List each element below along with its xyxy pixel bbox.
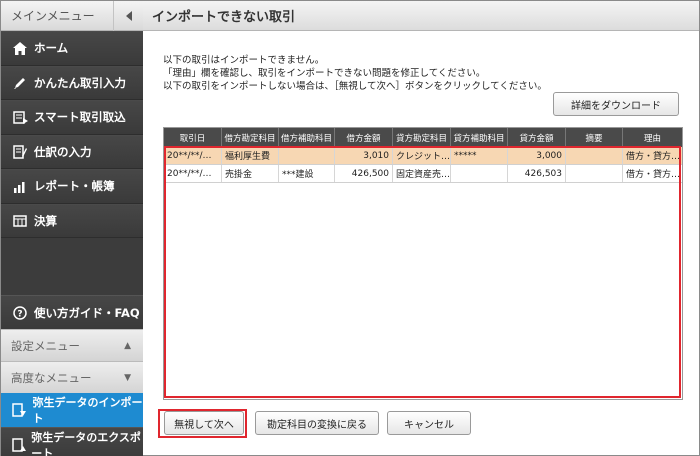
download-details-button[interactable]: 詳細をダウンロード bbox=[553, 92, 679, 116]
advanced-menu-label: 高度なメニュー bbox=[11, 370, 92, 385]
home-icon bbox=[11, 41, 29, 55]
column-header[interactable]: 借方勘定科目 bbox=[222, 128, 279, 147]
sidebar-spacer bbox=[1, 238, 143, 295]
sidebar-item-help[interactable]: ? 使い方ガイド・FAQ bbox=[1, 295, 143, 329]
sidebar-item-journal[interactable]: 仕訳の入力 bbox=[1, 134, 143, 169]
sidebar-item-label: 決算 bbox=[34, 213, 57, 228]
instruction-line: 「理由」欄を確認し、取引をインポートできない問題を修正してください。 bbox=[163, 68, 486, 79]
sidebar-item-label: 使い方ガイド・FAQ bbox=[34, 305, 140, 320]
table-row[interactable]: 20**/**/… 売掛金 ***建設 426,500 固定資産売… 426,5… bbox=[164, 165, 682, 183]
data-export-icon bbox=[11, 437, 26, 452]
column-header[interactable]: 借方金額 bbox=[335, 128, 393, 147]
data-import-icon bbox=[11, 403, 27, 417]
pencil-icon bbox=[11, 76, 29, 90]
table-cell bbox=[279, 147, 335, 164]
page-title: インポートできない取引 bbox=[143, 1, 699, 31]
sidebar-item-label: レポート・帳簿 bbox=[34, 179, 115, 194]
table-cell: 426,500 bbox=[335, 165, 393, 182]
sidebar-item-label: 弥生データのインポート bbox=[32, 396, 143, 425]
sidebar-item-yayoi-import[interactable]: 弥生データのインポート bbox=[1, 393, 143, 427]
journal-icon bbox=[11, 145, 29, 159]
chevron-left-icon bbox=[125, 11, 132, 21]
sidebar: メインメニュー ホーム かんたん取引入力 スマート取引取込 仕訳の入力 レポート… bbox=[1, 1, 143, 456]
table-cell bbox=[566, 165, 623, 182]
report-icon bbox=[11, 180, 29, 193]
column-header[interactable]: 借方補助科目 bbox=[279, 128, 335, 147]
table-cell: 福利厚生費 bbox=[222, 147, 279, 164]
sidebar-item-label: スマート取引取込 bbox=[34, 110, 126, 125]
instruction-text: 以下の取引はインポートできません。 「理由」欄を確認し、取引をインポートできない… bbox=[163, 54, 547, 93]
settings-menu-toggle[interactable]: 設定メニュー ▲ bbox=[1, 329, 143, 361]
table-cell: ***建設 bbox=[279, 165, 335, 182]
table-cell: ***** bbox=[451, 147, 508, 164]
table-cell: 3,010 bbox=[335, 147, 393, 164]
table-cell: 借方・貸方… bbox=[626, 152, 681, 162]
transactions-table: 取引日 借方勘定科目 借方補助科目 借方金額 貸方勘定科目 貸方補助科目 貸方金… bbox=[163, 127, 683, 400]
column-header[interactable]: 貸方補助科目 bbox=[451, 128, 508, 147]
table-row[interactable]: 20**/**/… 福利厚生費 3,010 クレジット… ***** 3,000… bbox=[164, 147, 682, 165]
settings-menu-label: 設定メニュー bbox=[11, 338, 80, 353]
table-cell: 3,000 bbox=[508, 147, 566, 164]
table-cell: クレジット… bbox=[393, 147, 451, 164]
table-cell: 固定資産売… bbox=[393, 165, 451, 182]
table-cell: 426,503 bbox=[508, 165, 566, 182]
instruction-line: 以下の取引はインポートできません。 bbox=[163, 55, 325, 66]
table-cell bbox=[566, 147, 623, 164]
question-icon: ? bbox=[11, 305, 29, 320]
back-to-account-conversion-button[interactable]: 勘定科目の変換に戻る bbox=[255, 411, 379, 435]
sidebar-header-label: メインメニュー bbox=[11, 9, 95, 23]
chevron-up-icon: ▲ bbox=[124, 340, 131, 351]
table-cell: 借方・貸方… bbox=[626, 170, 681, 180]
sidebar-item-home[interactable]: ホーム bbox=[1, 31, 143, 66]
table-cell: 20**/**/… bbox=[164, 147, 222, 164]
sidebar-item-reports[interactable]: レポート・帳簿 bbox=[1, 169, 143, 204]
sidebar-item-label: 弥生データのエクスポート bbox=[31, 430, 141, 456]
sidebar-item-easy-entry[interactable]: かんたん取引入力 bbox=[1, 65, 143, 100]
sidebar-item-label: かんたん取引入力 bbox=[34, 75, 126, 90]
table-header: 取引日 借方勘定科目 借方補助科目 借方金額 貸方勘定科目 貸方補助科目 貸方金… bbox=[164, 128, 682, 147]
instruction-line: 以下の取引をインポートしない場合は、［無視して次へ］ボタンをクリックしてください… bbox=[163, 81, 547, 92]
main-content: 以下の取引はインポートできません。 「理由」欄を確認し、取引をインポートできない… bbox=[143, 31, 699, 455]
sidebar-header: メインメニュー bbox=[1, 1, 143, 31]
table-cell: 20**/**/… bbox=[164, 165, 222, 182]
cancel-button[interactable]: キャンセル bbox=[387, 411, 471, 435]
sidebar-item-settlement[interactable]: 決算 bbox=[1, 203, 143, 238]
import-icon bbox=[11, 111, 29, 124]
sidebar-item-label: ホーム bbox=[34, 41, 69, 56]
sidebar-item-smart-import[interactable]: スマート取引取込 bbox=[1, 100, 143, 135]
table-cell bbox=[451, 165, 508, 182]
svg-text:?: ? bbox=[17, 309, 22, 319]
column-header[interactable]: 貸方金額 bbox=[508, 128, 566, 147]
table-cell: 売掛金 bbox=[222, 165, 279, 182]
settlement-icon bbox=[11, 214, 29, 227]
advanced-menu-toggle[interactable]: 高度なメニュー ▼ bbox=[1, 361, 143, 393]
chevron-down-icon: ▼ bbox=[124, 372, 131, 383]
collapse-sidebar-button[interactable] bbox=[113, 1, 143, 31]
column-header[interactable]: 理由 bbox=[623, 128, 682, 147]
sidebar-item-yayoi-export[interactable]: 弥生データのエクスポート bbox=[1, 427, 143, 456]
column-header[interactable]: 取引日 bbox=[164, 128, 222, 147]
sidebar-item-label: 仕訳の入力 bbox=[34, 144, 92, 159]
column-header[interactable]: 貸方勘定科目 bbox=[393, 128, 451, 147]
column-header[interactable]: 摘要 bbox=[566, 128, 623, 147]
skip-and-next-button[interactable]: 無視して次へ bbox=[164, 411, 244, 435]
